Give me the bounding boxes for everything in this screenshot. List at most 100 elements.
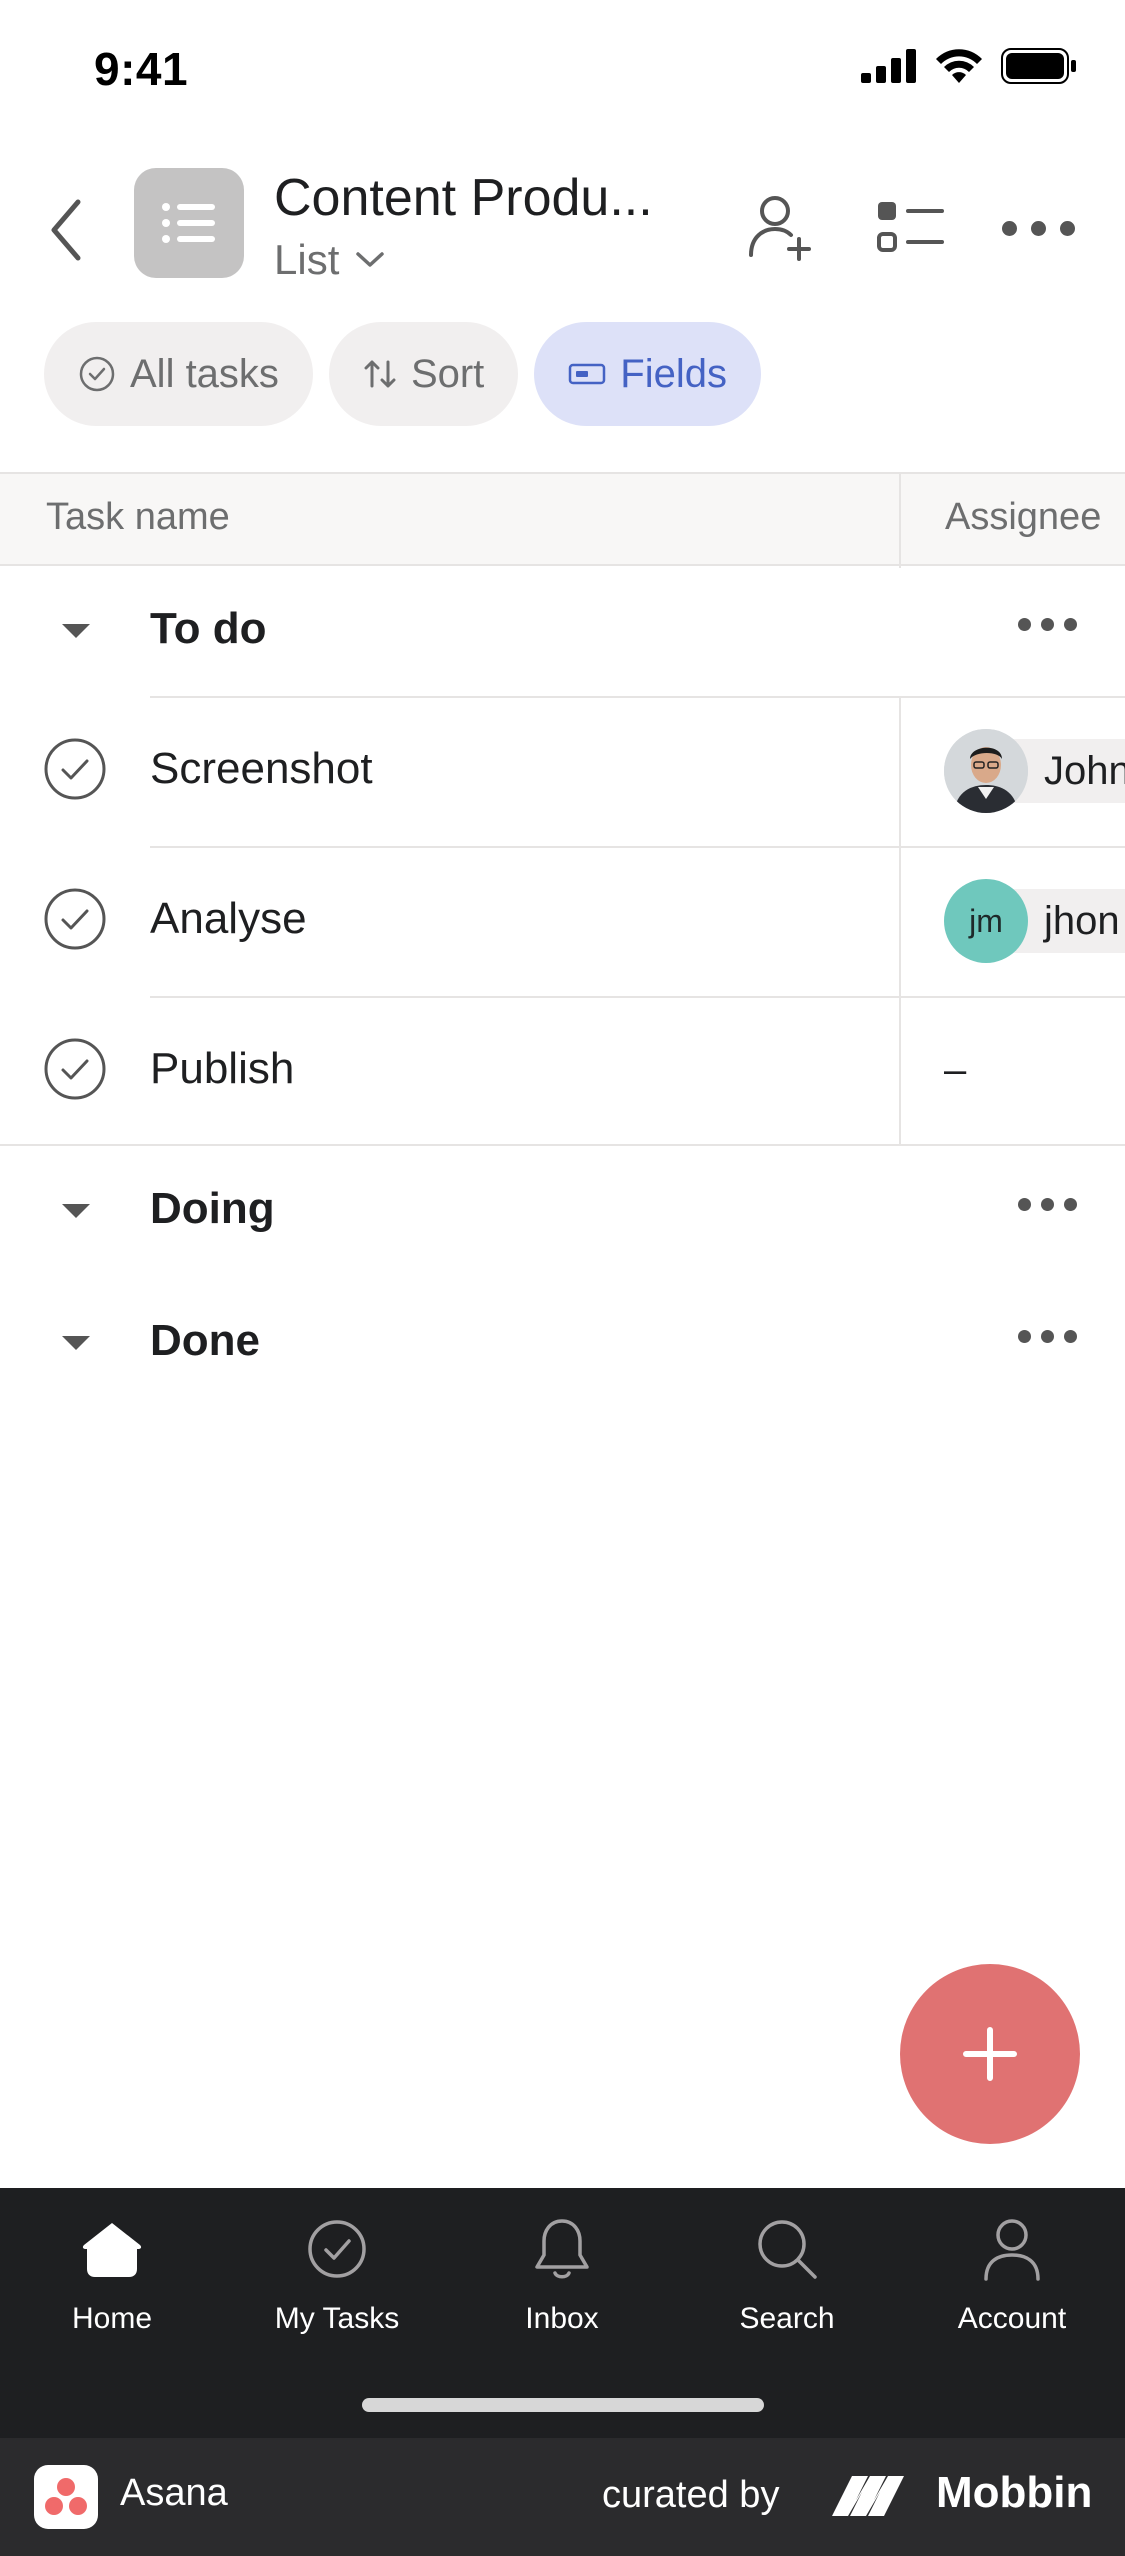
section-more-button[interactable] bbox=[1018, 1198, 1077, 1211]
tab-home[interactable]: Home bbox=[12, 2214, 212, 2336]
section-name: Doing bbox=[150, 1184, 275, 1233]
asana-logo-icon bbox=[34, 2465, 98, 2529]
tab-inbox[interactable]: Inbox bbox=[462, 2214, 662, 2336]
curated-by-text: curated by bbox=[602, 2474, 780, 2516]
view-label: List bbox=[274, 236, 340, 283]
home-icon bbox=[77, 2214, 147, 2284]
section-name: Done bbox=[150, 1316, 260, 1365]
attribution-footer: Asana curated by Mobbin bbox=[0, 2438, 1125, 2556]
cellular-signal-icon bbox=[861, 49, 917, 88]
back-button[interactable] bbox=[36, 190, 96, 270]
more-icon-dot bbox=[1018, 1198, 1031, 1211]
tab-my-tasks[interactable]: My Tasks bbox=[237, 2214, 437, 2336]
task-name[interactable]: Analyse bbox=[150, 894, 307, 944]
column-divider bbox=[899, 996, 901, 1146]
column-divider bbox=[899, 696, 901, 846]
header: Content Produ... List bbox=[0, 160, 1125, 290]
check-circle-icon bbox=[79, 356, 115, 392]
more-icon-dot bbox=[1041, 1198, 1054, 1211]
all-tasks-filter-button[interactable]: All tasks bbox=[44, 322, 313, 426]
plus-icon bbox=[963, 2027, 1017, 2081]
status-bar: 9:41 bbox=[0, 0, 1125, 140]
task-name[interactable]: Publish bbox=[150, 1044, 294, 1094]
column-header-assignee[interactable]: Assignee bbox=[945, 496, 1101, 539]
home-indicator bbox=[362, 2398, 764, 2412]
project-title[interactable]: Content Produ... bbox=[274, 168, 653, 228]
more-icon-dot bbox=[1059, 220, 1075, 236]
more-icon-dot bbox=[1030, 220, 1046, 236]
tab-search[interactable]: Search bbox=[687, 2214, 887, 2336]
wifi-icon bbox=[935, 49, 983, 88]
section-header-done[interactable]: Done bbox=[0, 1278, 1125, 1408]
section-header-doing[interactable]: Doing bbox=[0, 1146, 1125, 1276]
person-photo-icon bbox=[944, 729, 1028, 813]
mobbin-logo-icon bbox=[830, 2470, 926, 2525]
more-icon-dot bbox=[1018, 1330, 1031, 1343]
person-icon bbox=[977, 2214, 1047, 2284]
column-header-task-name[interactable]: Task name bbox=[46, 496, 230, 539]
section-name: To do bbox=[150, 604, 267, 653]
brand-name: Mobbin bbox=[936, 2468, 1093, 2517]
tab-label: Search bbox=[739, 2302, 835, 2335]
bottom-tab-bar: Home My Tasks Inbox Search Account bbox=[0, 2188, 1125, 2438]
caret-down-icon[interactable] bbox=[62, 1336, 90, 1350]
chevron-down-icon bbox=[356, 252, 385, 267]
section-more-button[interactable] bbox=[1018, 618, 1077, 631]
all-tasks-label: All tasks bbox=[130, 351, 279, 396]
tab-label: Account bbox=[957, 2302, 1067, 2335]
task-name[interactable]: Screenshot bbox=[150, 744, 373, 794]
more-icon-dot bbox=[1041, 1330, 1054, 1343]
filter-bar: All tasks Sort Fields bbox=[44, 322, 761, 426]
sort-arrows-icon bbox=[364, 360, 396, 388]
check-circle-icon bbox=[302, 2214, 372, 2284]
unassigned-placeholder[interactable]: – bbox=[944, 1048, 966, 1093]
sort-label: Sort bbox=[410, 351, 485, 396]
row-divider bbox=[150, 846, 1125, 848]
column-divider bbox=[899, 846, 901, 996]
status-time: 9:41 bbox=[94, 43, 189, 95]
add-task-fab[interactable] bbox=[900, 1964, 1080, 2144]
task-row[interactable]: Publish – bbox=[0, 996, 1125, 1146]
column-divider bbox=[899, 474, 901, 568]
add-person-icon bbox=[749, 196, 811, 261]
more-icon-dot bbox=[1064, 618, 1077, 631]
caret-down-icon[interactable] bbox=[62, 624, 90, 638]
assignee-cell[interactable]: John bbox=[944, 729, 1125, 813]
chevron-left-icon bbox=[51, 199, 81, 261]
more-icon-dot bbox=[1064, 1330, 1077, 1343]
section-header-todo[interactable]: To do bbox=[0, 566, 1125, 696]
caret-down-icon[interactable] bbox=[62, 1204, 90, 1218]
more-icon-dot bbox=[1001, 220, 1017, 236]
fields-icon bbox=[569, 363, 606, 385]
avatar-initials: jm bbox=[969, 902, 1003, 939]
section-more-button[interactable] bbox=[1018, 1330, 1077, 1343]
app-name: Asana bbox=[120, 2472, 228, 2514]
search-icon bbox=[752, 2214, 822, 2284]
more-options-button[interactable] bbox=[998, 208, 1078, 248]
toggle-subtasks-button[interactable] bbox=[874, 196, 948, 260]
view-switcher[interactable]: List bbox=[274, 236, 385, 284]
more-icon-dot bbox=[1064, 1198, 1077, 1211]
more-icon-dot bbox=[1041, 618, 1054, 631]
complete-task-check-icon[interactable] bbox=[42, 1036, 108, 1102]
task-row[interactable]: Screenshot John bbox=[0, 696, 1125, 846]
sort-button[interactable]: Sort bbox=[328, 322, 519, 426]
row-divider bbox=[150, 996, 1125, 998]
complete-task-check-icon[interactable] bbox=[42, 736, 108, 802]
row-divider bbox=[150, 696, 1125, 698]
add-member-button[interactable] bbox=[742, 190, 818, 266]
tab-label: Inbox bbox=[525, 2302, 599, 2335]
status-icons bbox=[861, 48, 1077, 89]
more-icon-dot bbox=[1018, 618, 1031, 631]
table-header: Task name Assignee bbox=[0, 472, 1125, 568]
tab-label: My Tasks bbox=[274, 2302, 400, 2335]
assignee-cell[interactable]: jm jhon bbox=[944, 879, 1125, 963]
tab-label: Home bbox=[71, 2302, 153, 2335]
fields-button[interactable]: Fields bbox=[534, 322, 761, 426]
avatar: jm bbox=[944, 879, 1028, 963]
tab-account[interactable]: Account bbox=[912, 2214, 1112, 2336]
checklist-icon bbox=[877, 202, 944, 252]
task-row[interactable]: Analyse jm jhon bbox=[0, 846, 1125, 996]
list-icon bbox=[162, 203, 215, 243]
complete-task-check-icon[interactable] bbox=[42, 886, 108, 952]
